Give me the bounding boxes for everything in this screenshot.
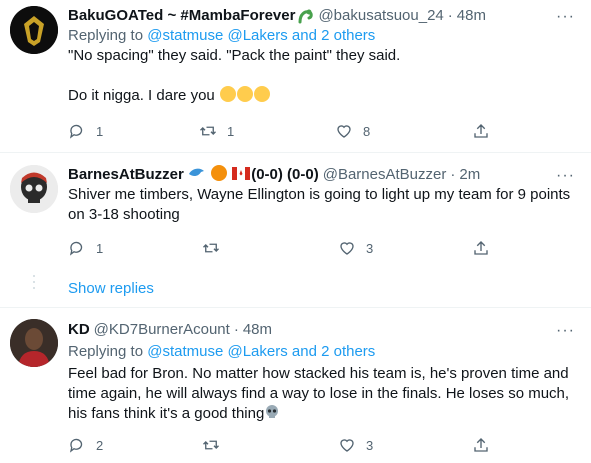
heart-icon <box>340 439 354 452</box>
timestamp[interactable]: 48m <box>243 320 272 340</box>
tweet-3[interactable]: KD @KD7BurnerAcount · 48m Replying to @s… <box>0 308 591 463</box>
separator-dot: · <box>450 166 456 183</box>
retweet-icon <box>200 126 216 136</box>
replying-prefix: Replying to <box>68 27 148 44</box>
like-button[interactable]: 3 <box>338 436 373 454</box>
tweet-text: "No spacing" they said. "Pack the paint"… <box>68 46 581 106</box>
tweet-2[interactable]: BarnesAtBuzzer (0-0) (0-0) @BarnesAtBuzz… <box>0 153 591 305</box>
heart-icon <box>337 125 351 138</box>
separator-dot: · <box>447 7 453 24</box>
more-options-icon[interactable]: ··· <box>556 167 575 185</box>
tweet-header: BakuGOATed ~ #MambaForever @bakusatsuou_… <box>68 6 581 26</box>
action-bar: 2 3 <box>68 436 498 456</box>
reply-button[interactable]: 2 <box>68 436 103 454</box>
action-bar: 1 1 8 <box>68 122 498 142</box>
dolphin-emoji-icon <box>188 168 204 177</box>
avatar[interactable] <box>10 6 58 54</box>
tweet-text: Feel bad for Bron. No matter how stacked… <box>68 364 581 424</box>
avatar[interactable] <box>10 165 58 213</box>
more-options-icon[interactable]: ··· <box>556 322 575 340</box>
share-icon <box>474 241 488 255</box>
retweet-icon <box>203 243 219 253</box>
like-button[interactable]: 3 <box>338 239 373 257</box>
like-count: 3 <box>366 240 374 256</box>
action-bar: 1 3 <box>68 239 498 259</box>
skull-emoji-icon <box>266 405 279 418</box>
replying-to: Replying to @statmuse @Lakers and 2 othe… <box>68 342 581 362</box>
retweet-button[interactable]: 1 <box>199 122 234 140</box>
display-name[interactable]: BakuGOATed ~ #MambaForever <box>68 6 295 26</box>
timestamp[interactable]: 48m <box>457 6 486 26</box>
canada-flag-icon <box>232 167 251 180</box>
tweet-1[interactable]: BakuGOATed ~ #MambaForever @bakusatsuou_… <box>0 0 591 150</box>
reply-count: 1 <box>96 240 104 256</box>
display-name[interactable]: BarnesAtBuzzer <box>68 165 184 185</box>
share-icon <box>474 438 488 452</box>
reply-button[interactable]: 1 <box>68 122 103 140</box>
reply-count: 2 <box>96 437 104 453</box>
retweet-count: 1 <box>227 123 235 139</box>
tweet-text-content: Feel bad for Bron. No matter how stacked… <box>68 365 574 422</box>
replying-prefix: Replying to <box>68 343 148 360</box>
display-name-suffix[interactable]: (0-0) (0-0) <box>251 165 319 185</box>
tweet-header: KD @KD7BurnerAcount · 48m <box>68 320 581 340</box>
share-button[interactable] <box>472 122 500 140</box>
snake-emoji-icon <box>298 9 314 24</box>
thread-dots <box>33 275 35 293</box>
reply-icon <box>69 124 83 139</box>
like-button[interactable]: 8 <box>335 122 370 140</box>
retweet-button[interactable] <box>202 239 230 257</box>
reply-icon <box>69 241 83 256</box>
share-button[interactable] <box>472 239 500 257</box>
mention-others[interactable]: @Lakers and 2 others <box>227 27 375 44</box>
display-name[interactable]: KD <box>68 320 90 340</box>
laughing-emoji-icon <box>219 86 270 104</box>
reply-count: 1 <box>96 123 104 139</box>
handle[interactable]: @bakusatsuou_24 <box>318 6 443 26</box>
like-count: 3 <box>366 437 374 453</box>
tweet-header: BarnesAtBuzzer (0-0) (0-0) @BarnesAtBuzz… <box>68 165 581 185</box>
reply-button[interactable]: 1 <box>68 239 103 257</box>
share-icon <box>474 124 488 138</box>
retweet-button[interactable] <box>202 436 230 454</box>
mamba-logo-icon <box>10 6 58 54</box>
timestamp[interactable]: 2m <box>459 165 480 185</box>
heart-icon <box>340 242 354 255</box>
reply-icon <box>69 438 83 453</box>
more-options-icon[interactable]: ··· <box>556 8 575 26</box>
mention-statmuse[interactable]: @statmuse <box>147 27 223 44</box>
basketball-emoji-icon <box>211 165 228 181</box>
show-replies-link[interactable]: Show replies <box>68 280 154 297</box>
mention-statmuse[interactable]: @statmuse <box>147 343 223 360</box>
name-emojis <box>188 165 251 185</box>
user-photo-icon <box>10 319 58 367</box>
retweet-icon <box>203 440 219 450</box>
mention-others[interactable]: @Lakers and 2 others <box>227 343 375 360</box>
handle[interactable]: @BarnesAtBuzzer <box>323 165 447 185</box>
tweet-text: Shiver me timbers, Wayne Ellington is go… <box>68 186 575 223</box>
replying-to: Replying to @statmuse @Lakers and 2 othe… <box>68 26 581 46</box>
like-count: 8 <box>363 123 371 139</box>
share-button[interactable] <box>472 436 500 454</box>
skull-avatar-icon <box>10 165 58 213</box>
separator-dot: · <box>233 321 239 338</box>
avatar[interactable] <box>10 319 58 367</box>
handle[interactable]: @KD7BurnerAcount <box>94 320 230 340</box>
